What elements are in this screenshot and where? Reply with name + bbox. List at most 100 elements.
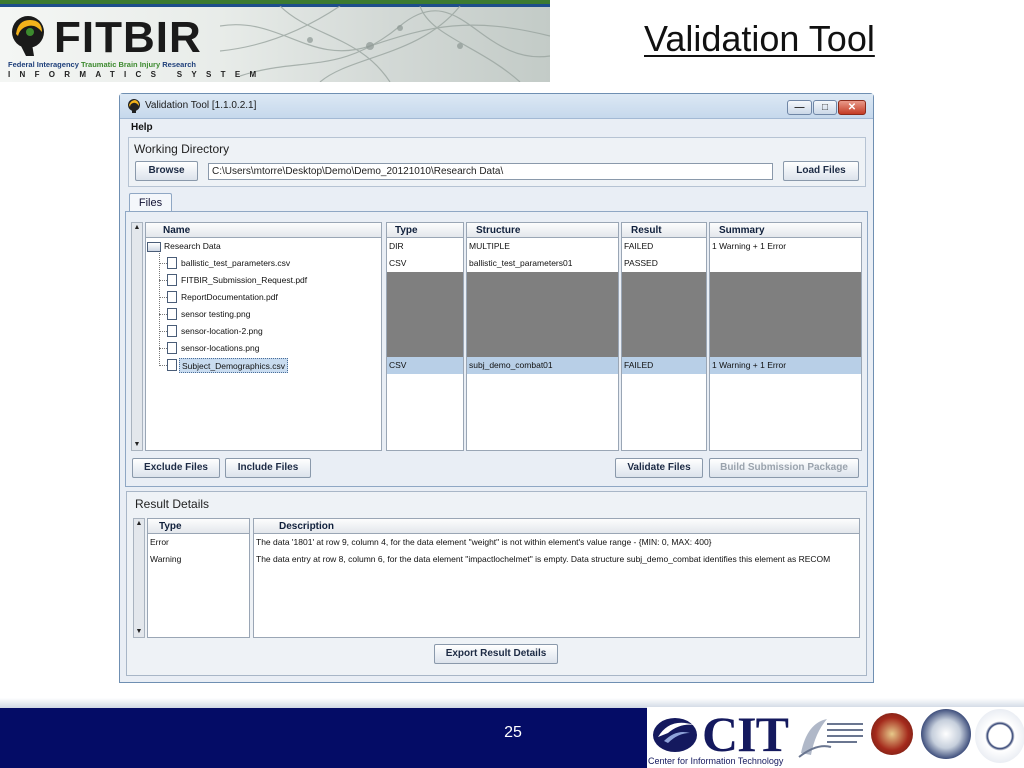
scroll-down-icon[interactable]: ▼ bbox=[132, 440, 142, 450]
type-column-header[interactable]: Type bbox=[387, 223, 463, 238]
result-details-label: Result Details bbox=[135, 497, 210, 511]
ninds-logo-icon bbox=[798, 719, 863, 758]
tree-row-file[interactable]: ballistic_test_parameters.csv bbox=[146, 255, 381, 272]
close-button[interactable]: ✕ bbox=[838, 100, 866, 115]
exclude-files-button[interactable]: Exclude Files bbox=[132, 458, 220, 478]
empty-cells-block bbox=[710, 272, 861, 357]
result-cell: FAILED bbox=[624, 360, 654, 370]
tree-row-file[interactable]: sensor-locations.png bbox=[146, 340, 381, 357]
cit-logo-subtitle: Center for Information Technology bbox=[648, 756, 784, 766]
summary-cell: 1 Warning + 1 Error bbox=[712, 241, 787, 251]
nih-seal-icon bbox=[975, 709, 1024, 763]
results-scrollbar[interactable]: ▲ ▼ bbox=[133, 518, 145, 638]
window-titlebar[interactable]: Validation Tool [1.1.0.2.1] — □ ✕ bbox=[120, 94, 873, 119]
neural-network-graphic bbox=[220, 6, 550, 82]
result-type-column: Type Error Warning bbox=[147, 518, 250, 638]
file-icon bbox=[167, 274, 177, 286]
file-icon bbox=[167, 325, 177, 337]
tagline-part-3: Research bbox=[160, 60, 197, 69]
tree-label: sensor-locations.png bbox=[181, 343, 260, 353]
slide: FITBIR Federal Interagency Traumatic Bra… bbox=[0, 0, 1024, 768]
summary-column-header[interactable]: Summary bbox=[710, 223, 861, 238]
tree-row-file[interactable]: sensor-location-2.png bbox=[146, 323, 381, 340]
menu-help[interactable]: Help bbox=[131, 122, 153, 133]
minimize-button[interactable]: — bbox=[787, 100, 812, 115]
working-directory-panel: Working Directory Browse C:\Users\mtorre… bbox=[128, 137, 866, 187]
brain-head-icon bbox=[12, 16, 44, 56]
minimize-icon: — bbox=[794, 102, 805, 113]
logo-tagline: Federal Interagency Traumatic Brain Inju… bbox=[8, 60, 196, 69]
result-description-cell: The data entry at row 8, column 6, for t… bbox=[256, 554, 831, 564]
logo-informatics-system: INFORMATICS SYSTEM bbox=[8, 70, 266, 79]
tree-row-file[interactable]: sensor testing.png bbox=[146, 306, 381, 323]
folder-icon bbox=[147, 242, 161, 252]
build-submission-package-button[interactable]: Build Submission Package bbox=[709, 458, 859, 478]
scroll-down-icon[interactable]: ▼ bbox=[134, 627, 144, 637]
partner-logos: CIT Center for Information Technology bbox=[647, 707, 1024, 768]
result-type-cell: Warning bbox=[150, 554, 182, 564]
type-column: Type DIR CSV CSV bbox=[386, 222, 464, 451]
window-title: Validation Tool [1.1.0.2.1] bbox=[145, 100, 257, 111]
load-files-button[interactable]: Load Files bbox=[783, 161, 859, 181]
browse-button[interactable]: Browse bbox=[135, 161, 198, 181]
validate-files-button[interactable]: Validate Files bbox=[615, 458, 703, 478]
tree-row-file[interactable]: ReportDocumentation.pdf bbox=[146, 289, 381, 306]
tree-label: ReportDocumentation.pdf bbox=[181, 292, 278, 302]
structure-column: Structure MULTIPLE ballistic_test_parame… bbox=[466, 222, 619, 451]
summary-column: Summary 1 Warning + 1 Error 1 Warning + … bbox=[709, 222, 862, 451]
medical-seal-icon bbox=[871, 713, 913, 755]
result-description-column: Description The data '1801' at row 9, co… bbox=[253, 518, 860, 638]
structure-column-header[interactable]: Structure bbox=[467, 223, 618, 238]
empty-cells-block bbox=[467, 272, 618, 357]
file-icon bbox=[167, 359, 177, 371]
files-scrollbar[interactable]: ▲ ▼ bbox=[131, 222, 143, 451]
fitbir-logo: FITBIR Federal Interagency Traumatic Bra… bbox=[6, 12, 256, 82]
name-column-header[interactable]: Name bbox=[146, 223, 381, 238]
summary-cell: 1 Warning + 1 Error bbox=[712, 360, 787, 370]
name-column: Name Research Data ballistic_test_parame… bbox=[145, 222, 382, 451]
export-result-details-button[interactable]: Export Result Details bbox=[434, 644, 558, 664]
structure-cell: subj_demo_combat01 bbox=[469, 360, 553, 370]
file-icon bbox=[167, 342, 177, 354]
type-cell: CSV bbox=[389, 258, 407, 268]
page-number: 25 bbox=[504, 724, 522, 741]
cit-swoosh-icon bbox=[653, 718, 697, 752]
tree-row-file[interactable]: FITBIR_Submission_Request.pdf bbox=[146, 272, 381, 289]
scroll-up-icon[interactable]: ▲ bbox=[134, 519, 144, 529]
tree-label: sensor testing.png bbox=[181, 309, 251, 319]
result-description-header[interactable]: Description bbox=[254, 519, 859, 534]
result-type-cell: Error bbox=[150, 537, 169, 547]
include-files-button[interactable]: Include Files bbox=[225, 458, 311, 478]
menu-bar: Help bbox=[120, 119, 873, 136]
validation-tool-window: Validation Tool [1.1.0.2.1] — □ ✕ Help W… bbox=[119, 93, 874, 683]
scroll-up-icon[interactable]: ▲ bbox=[132, 223, 142, 233]
type-cell: DIR bbox=[389, 241, 404, 251]
tree-label: ballistic_test_parameters.csv bbox=[181, 258, 291, 268]
type-cell: CSV bbox=[389, 360, 407, 370]
maximize-button[interactable]: □ bbox=[813, 100, 837, 115]
slide-title: Validation Tool bbox=[644, 18, 875, 59]
result-column-header[interactable]: Result bbox=[622, 223, 706, 238]
tree-label: FITBIR_Submission_Request.pdf bbox=[181, 275, 308, 285]
tree-row-file-selected[interactable]: Subject_Demographics.csv bbox=[146, 357, 381, 374]
files-panel: ▲ ▼ Name Research Data ballistic_test_pa… bbox=[125, 211, 868, 487]
directory-path-field[interactable]: C:\Users\mtorre\Desktop\Demo\Demo_201210… bbox=[208, 163, 773, 180]
header-banner: FITBIR Federal Interagency Traumatic Bra… bbox=[0, 0, 550, 82]
result-cell: FAILED bbox=[624, 241, 654, 251]
agency-seal-icon bbox=[921, 709, 971, 759]
tree-label: Subject_Demographics.csv bbox=[179, 358, 288, 373]
result-type-header[interactable]: Type bbox=[148, 519, 249, 534]
result-cell: PASSED bbox=[624, 258, 658, 268]
close-icon: ✕ bbox=[847, 102, 857, 113]
empty-cells-block bbox=[622, 272, 706, 357]
tree-row-research-data[interactable]: Research Data bbox=[146, 238, 381, 255]
structure-cell: ballistic_test_parameters01 bbox=[469, 258, 573, 268]
file-icon bbox=[167, 308, 177, 320]
tree-label: Research Data bbox=[164, 241, 221, 251]
tree-label: sensor-location-2.png bbox=[181, 326, 263, 336]
tab-files[interactable]: Files bbox=[129, 193, 172, 212]
cit-logo-text: CIT bbox=[702, 706, 789, 762]
tagline-part-1: Federal Interagency bbox=[8, 60, 81, 69]
structure-cell: MULTIPLE bbox=[469, 241, 510, 251]
result-details-panel: Result Details ▲ ▼ Type Error Warning De… bbox=[126, 491, 867, 676]
